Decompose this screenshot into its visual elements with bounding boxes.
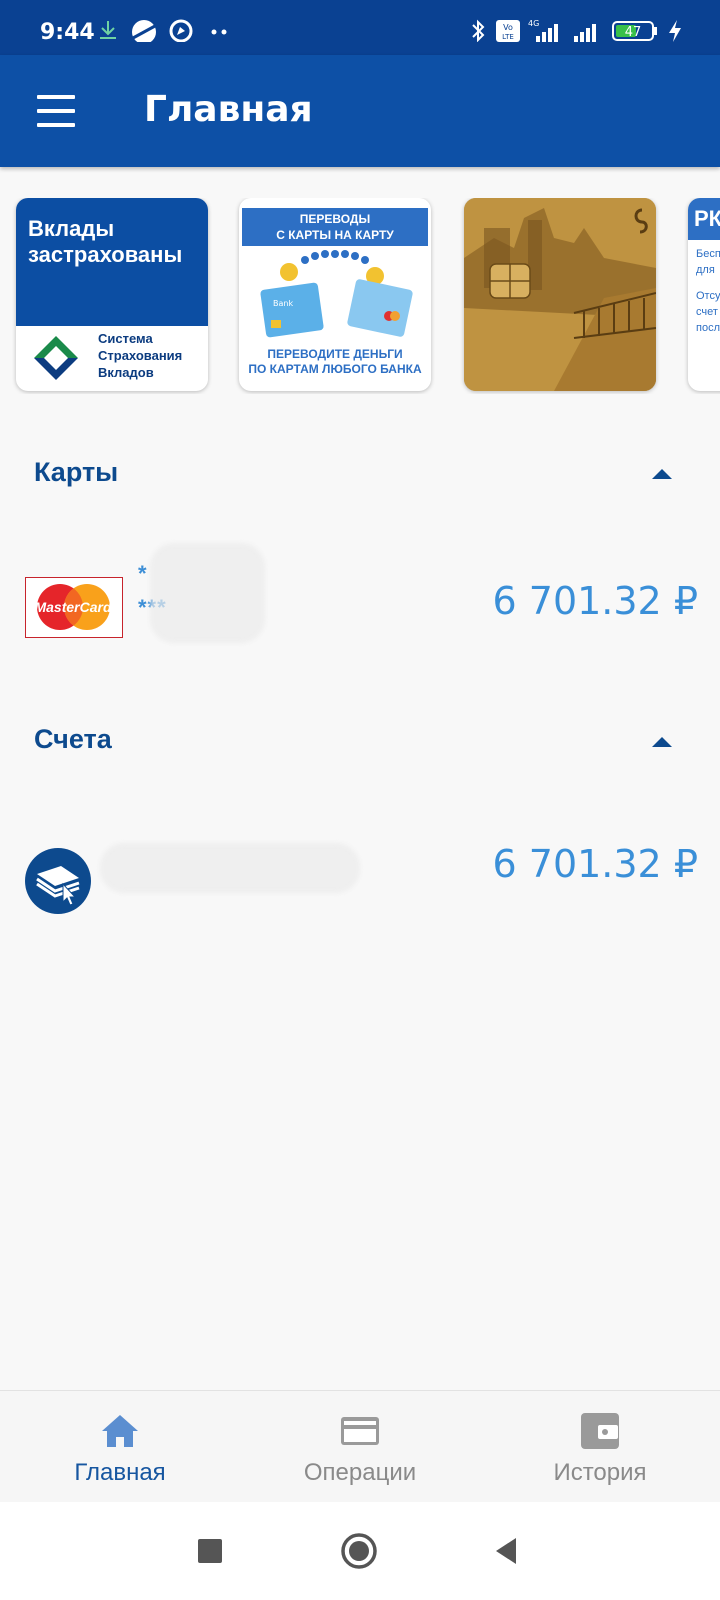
svg-text:47: 47 bbox=[625, 25, 642, 40]
promo-carousel[interactable]: Вклады застрахованы Система Страхования … bbox=[0, 198, 720, 394]
bluetooth-icon bbox=[472, 19, 485, 42]
collapse-accounts-button[interactable] bbox=[646, 731, 678, 755]
nav-operations-label: Операции bbox=[303, 1459, 417, 1486]
promo-card-design[interactable] bbox=[464, 198, 656, 391]
svg-text:4G: 4G bbox=[528, 19, 539, 28]
card-number-line1: * bbox=[138, 561, 148, 586]
promo-line: посл bbox=[696, 322, 720, 334]
nav-operations[interactable]: Операции bbox=[240, 1391, 480, 1503]
battery-icon: 47 bbox=[612, 21, 657, 41]
nav-home-label: Главная bbox=[74, 1459, 166, 1486]
hamburger-icon bbox=[37, 95, 75, 99]
signal-4g-icon: 4G bbox=[528, 19, 558, 42]
app-bar: Главная bbox=[0, 55, 720, 167]
status-time: 9:44 bbox=[40, 20, 95, 45]
card-design-image bbox=[464, 198, 656, 391]
menu-button[interactable] bbox=[30, 89, 82, 133]
hamburger-line bbox=[37, 123, 75, 127]
volte-icon: VoLTE bbox=[496, 20, 520, 42]
svg-text:LTE: LTE bbox=[502, 33, 514, 41]
nav-home[interactable]: Главная bbox=[0, 1391, 240, 1503]
download-icon bbox=[100, 21, 116, 39]
promo-line2: застрахованы bbox=[28, 242, 183, 267]
home-circle-icon[interactable] bbox=[340, 1532, 378, 1570]
section-title-accounts: Счета bbox=[34, 724, 112, 754]
header-line: ПЕРЕВОДЫ bbox=[299, 212, 371, 226]
org-line: Система bbox=[98, 331, 153, 346]
promo-banner-top: Вклады застрахованы bbox=[16, 198, 208, 326]
card-transfer-illustration: Bank bbox=[260, 250, 413, 338]
promo-deposits-insured[interactable]: Вклады застрахованы Система Страхования … bbox=[16, 198, 208, 391]
promo-header: РК bbox=[688, 198, 720, 240]
promo-text: Бесп для Отсу счет посл bbox=[696, 246, 720, 336]
compass-icon bbox=[169, 19, 193, 42]
back-triangle-icon[interactable] bbox=[492, 1536, 520, 1566]
svg-text:Bank: Bank bbox=[273, 299, 293, 308]
promo-line: счет bbox=[696, 306, 718, 318]
recents-square-icon[interactable] bbox=[197, 1538, 223, 1564]
promo-footer: ПЕРЕВОДИТЕ ДЕНЬГИ ПО КАРТАМ ЛЮБОГО БАНКА bbox=[239, 347, 431, 377]
status-bar: 9:44 Vo LTE 4G 47 bbox=[0, 0, 720, 55]
redacted-card-number bbox=[150, 543, 265, 643]
section-title-cards: Карты bbox=[34, 457, 119, 487]
header-line: С КАРТЫ НА КАРТУ bbox=[276, 228, 394, 242]
system-navigation-bar bbox=[0, 1502, 720, 1600]
signal-icon bbox=[574, 24, 596, 42]
account-item[interactable]: 6 701.32 ₽ bbox=[0, 825, 720, 935]
nav-history-label: История bbox=[553, 1459, 647, 1486]
promo-line: Бесп bbox=[696, 248, 720, 260]
more-notifications-icon bbox=[211, 29, 227, 35]
mastercard-icon: MasterCard bbox=[34, 584, 112, 630]
money-stack-icon bbox=[36, 866, 80, 906]
wallet-icon bbox=[581, 1413, 619, 1449]
bottom-navigation: Главная Операции История bbox=[0, 1390, 720, 1502]
ssv-logo-icon bbox=[34, 336, 78, 380]
promo-header: ПЕРЕВОДЫ С КАРТЫ НА КАРТУ bbox=[242, 208, 428, 246]
org-line: Страхования bbox=[98, 348, 183, 363]
credit-card-icon bbox=[341, 1417, 379, 1445]
mastercard-logo: MasterCard bbox=[25, 577, 123, 638]
card-item[interactable]: MasterCard * *** 6 701.32 ₽ bbox=[0, 543, 720, 665]
hamburger-line bbox=[37, 109, 75, 113]
card-balance: 6 701.32 ₽ bbox=[492, 579, 698, 623]
promo-rk[interactable]: РК Бесп для Отсу счет посл bbox=[688, 198, 720, 391]
svg-text:Vo: Vo bbox=[503, 23, 513, 32]
page-title: Главная bbox=[144, 89, 313, 130]
promo-card-transfers[interactable]: ПЕРЕВОДЫ С КАРТЫ НА КАРТУ Bank ПЕРЕВОДИТ… bbox=[239, 198, 431, 391]
promo-line: для bbox=[696, 264, 715, 276]
home-icon bbox=[102, 1415, 138, 1447]
footer-line: ПЕРЕВОДИТЕ ДЕНЬГИ bbox=[267, 347, 403, 361]
nav-history[interactable]: История bbox=[480, 1391, 720, 1503]
charging-icon bbox=[669, 20, 681, 42]
svg-text:MasterCard: MasterCard bbox=[34, 599, 111, 615]
promo-banner-bottom: Система Страхования Вкладов bbox=[16, 326, 208, 391]
footer-line: ПО КАРТАМ ЛЮБОГО БАНКА bbox=[248, 362, 422, 376]
collapse-cards-button[interactable] bbox=[646, 463, 678, 487]
promo-org-name: Система Страхования Вкладов bbox=[98, 330, 182, 381]
promo-line1: Вклады bbox=[28, 216, 115, 241]
planet-icon bbox=[132, 20, 156, 42]
promo-line: Отсу bbox=[696, 290, 720, 302]
account-icon bbox=[25, 848, 91, 914]
org-line: Вкладов bbox=[98, 365, 154, 380]
account-balance: 6 701.32 ₽ bbox=[492, 842, 698, 886]
redacted-account-name bbox=[100, 843, 360, 893]
